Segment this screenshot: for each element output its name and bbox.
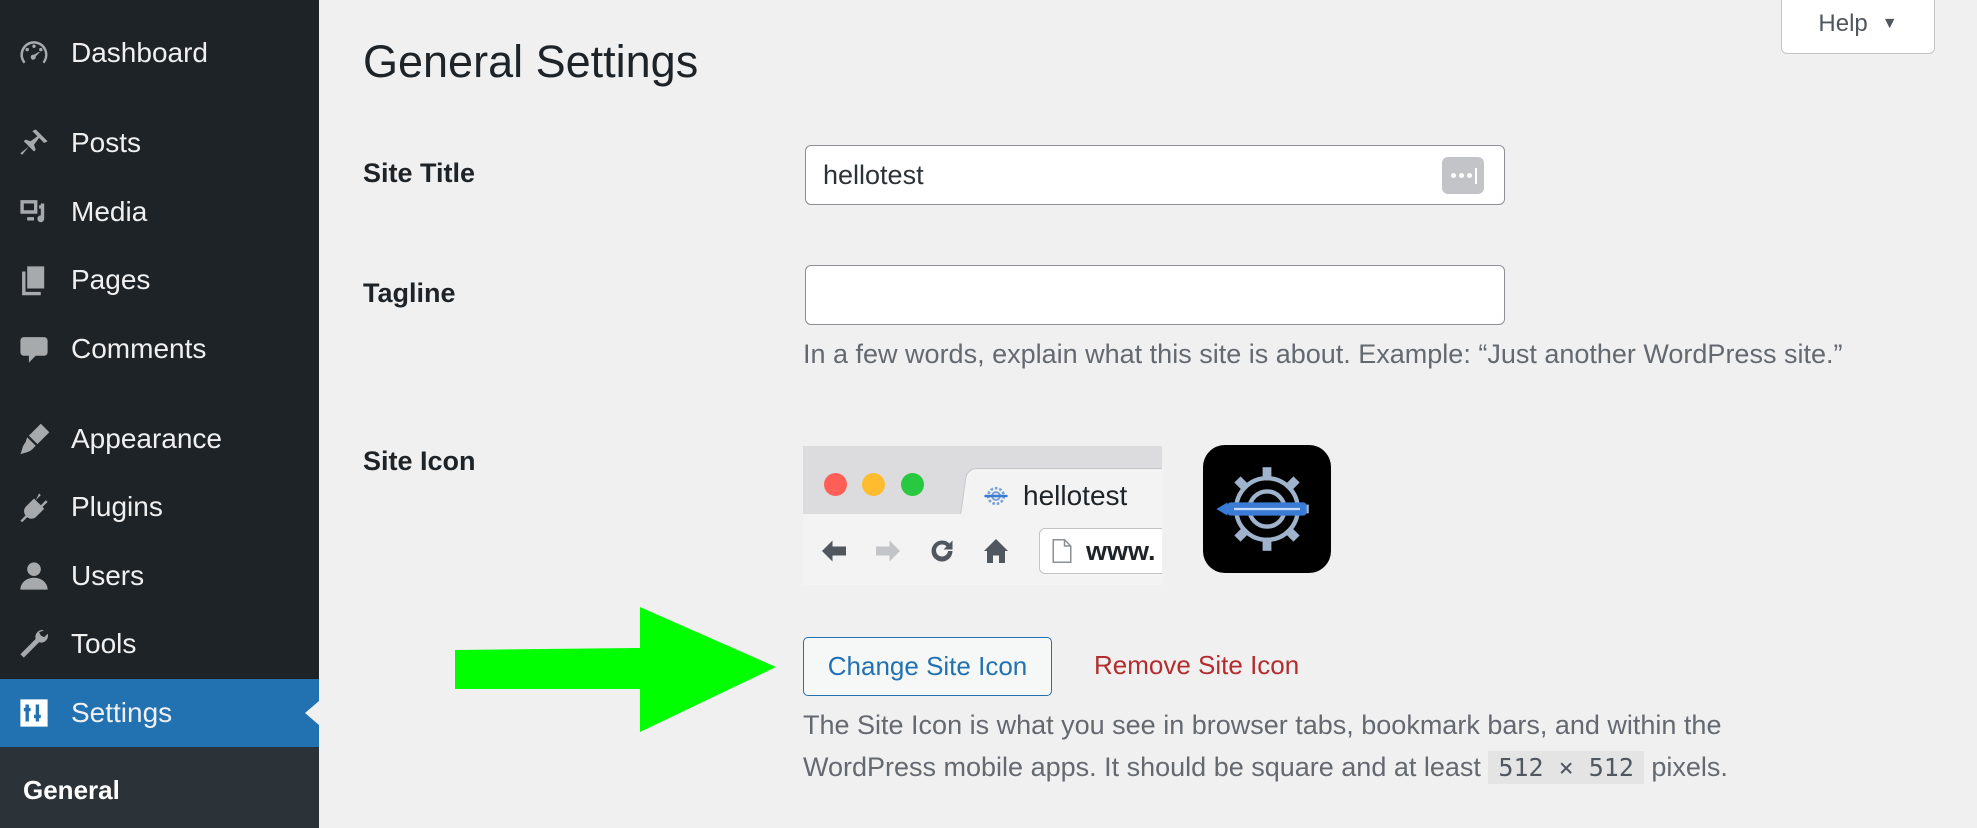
forward-arrow-icon: [876, 540, 900, 562]
help-label: Help: [1818, 10, 1868, 37]
sidebar-item-label: Appearance: [71, 423, 223, 454]
site-title-value: hellotest: [823, 159, 924, 190]
address-bar: www.: [1039, 528, 1162, 574]
minimize-dot-icon: [862, 473, 885, 496]
caret-down-icon: ▼: [1881, 15, 1898, 32]
sidebar-item-users[interactable]: Users: [0, 546, 319, 606]
tagline-description: In a few words, explain what this site i…: [803, 339, 1843, 369]
site-icon-label: Site Icon: [363, 446, 476, 476]
help-button[interactable]: Help ▼: [1781, 0, 1935, 54]
pin-icon: [16, 125, 52, 161]
tagline-label: Tagline: [363, 278, 456, 308]
password-manager-icon[interactable]: [1442, 157, 1484, 194]
sidebar-item-label: Dashboard: [71, 37, 208, 68]
sidebar-item-label: Settings: [71, 697, 173, 728]
sidebar-item-label: Users: [71, 560, 145, 591]
tagline-input[interactable]: [805, 265, 1505, 325]
sidebar-item-media[interactable]: Media: [0, 182, 319, 242]
sidebar-item-comments[interactable]: Comments: [0, 319, 319, 379]
sidebar-item-tools[interactable]: Tools: [0, 614, 319, 674]
brush-icon: [16, 421, 52, 457]
sidebar-item-label: Media: [71, 196, 148, 227]
preview-url: www.: [1086, 535, 1156, 566]
preview-tab-title: hellotest: [1023, 480, 1128, 511]
site-title-label: Site Title: [363, 158, 476, 188]
dashboard-icon: [16, 35, 52, 71]
plug-icon: [16, 489, 52, 525]
site-icon-description-line2-end: pixels.: [1651, 752, 1728, 782]
site-icon-app-preview: [1203, 445, 1331, 573]
settings-submenu: General: [0, 747, 319, 828]
admin-sidebar: Dashboard Posts Media Pages Comments App…: [0, 0, 319, 828]
sidebar-item-appearance[interactable]: Appearance: [0, 409, 319, 469]
icon-size-code: 512 × 512: [1488, 751, 1644, 784]
gear-pencil-icon: [1216, 467, 1309, 551]
site-title-input[interactable]: hellotest: [805, 145, 1505, 205]
comment-icon: [16, 331, 52, 367]
user-icon: [16, 558, 52, 594]
site-icon-description-line1: The Site Icon is what you see in browser…: [803, 710, 1722, 740]
site-icon-description-line2: WordPress mobile apps. It should be squa…: [803, 752, 1481, 782]
sidebar-item-pages[interactable]: Pages: [0, 250, 319, 310]
sidebar-item-label: Posts: [71, 127, 142, 158]
close-dot-icon: [824, 473, 847, 496]
remove-site-icon-button[interactable]: Remove Site Icon: [1094, 650, 1299, 681]
pages-icon: [16, 262, 52, 298]
submenu-item-general[interactable]: General: [23, 775, 120, 806]
page-title: General Settings: [363, 36, 699, 87]
settings-sliders-icon: [16, 695, 52, 731]
home-icon: [984, 539, 1008, 563]
sidebar-item-label: Tools: [71, 628, 137, 659]
sidebar-item-posts[interactable]: Posts: [0, 113, 319, 173]
change-site-icon-button[interactable]: Change Site Icon: [803, 637, 1052, 696]
sidebar-item-plugins[interactable]: Plugins: [0, 477, 319, 537]
favicon-icon: [984, 486, 1008, 506]
sidebar-item-dashboard[interactable]: Dashboard: [0, 23, 319, 83]
sidebar-item-label: Comments: [71, 333, 207, 364]
back-arrow-icon: [822, 540, 846, 562]
maximize-dot-icon: [901, 473, 924, 496]
sidebar-item-label: Plugins: [71, 491, 163, 522]
browser-tab-preview: hellotest www.: [803, 446, 1162, 585]
sidebar-item-settings[interactable]: Settings: [0, 679, 319, 747]
media-icon: [16, 194, 52, 230]
document-icon: [1052, 539, 1072, 563]
site-icon-description: The Site Icon is what you see in browser…: [803, 704, 1728, 789]
sidebar-item-label: Pages: [71, 264, 151, 295]
annotation-arrow-icon: [455, 607, 776, 732]
wrench-icon: [16, 626, 52, 662]
reload-icon: [931, 540, 953, 562]
